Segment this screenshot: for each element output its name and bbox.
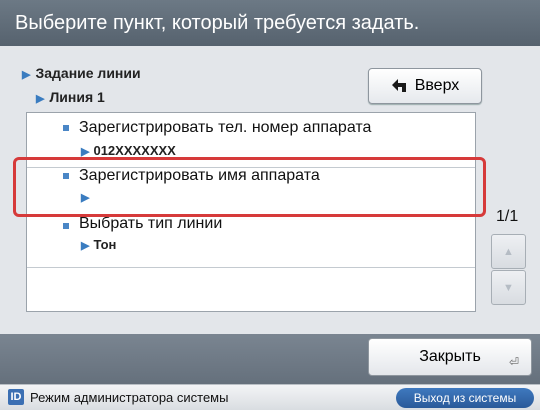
triangle-down-icon: ▼ xyxy=(503,281,514,294)
page-header: Выберите пункт, который требуется задать… xyxy=(0,0,540,46)
close-button[interactable]: Закрыть ⏎ xyxy=(368,338,532,376)
list-item-title: Выбрать тип линии xyxy=(79,215,223,232)
list-item-value: ▶ Тон xyxy=(81,237,116,252)
selected-item-highlight xyxy=(13,157,486,217)
bullet-icon xyxy=(63,125,69,131)
return-icon: ⏎ xyxy=(508,355,519,369)
main-panel: ▶ Задание линии ▶ Линия 1 Вверх Зарегистри… xyxy=(0,46,540,334)
list-item[interactable]: Выбрать тип линии ▶ Тон xyxy=(27,213,475,268)
value-arrow-icon: ▶ xyxy=(81,240,90,252)
breadcrumb-level1-label: Задание линии xyxy=(35,65,141,81)
list-item-value-text: 012XXXXXXX xyxy=(93,143,176,158)
up-button[interactable]: Вверх xyxy=(368,68,482,104)
id-icon: ID xyxy=(8,389,24,405)
breadcrumb-arrow-icon: ▶ xyxy=(22,69,31,81)
page-indicator: 1/1 xyxy=(496,208,519,225)
list-item-value-text: Тон xyxy=(93,237,117,252)
breadcrumb-level1: ▶ Задание линии xyxy=(22,65,141,81)
triangle-up-icon: ▲ xyxy=(503,245,514,258)
close-button-label: Закрыть xyxy=(419,348,481,365)
up-arrow-icon xyxy=(391,79,406,92)
footer-bar: Закрыть ⏎ xyxy=(0,334,540,384)
bullet-icon xyxy=(63,223,69,229)
list-item-value: ▶ 012XXXXXXX xyxy=(81,143,176,158)
breadcrumb-arrow-icon: ▶ xyxy=(36,93,45,105)
list-item-empty xyxy=(27,261,475,311)
admin-mode-text: Режим администратора системы xyxy=(30,390,229,405)
list-item-title: Зарегистрировать тел. номер аппарата xyxy=(79,119,372,136)
logout-button[interactable]: Выход из системы xyxy=(396,388,534,408)
page-title: Выберите пункт, который требуется задать… xyxy=(15,12,420,34)
breadcrumb-level2: ▶ Линия 1 xyxy=(36,89,105,105)
scroll-up-button[interactable]: ▲ xyxy=(491,234,526,269)
scroll-down-button[interactable]: ▼ xyxy=(491,270,526,305)
status-bar: ID Режим администратора системы Выход из… xyxy=(0,384,540,410)
up-button-label: Вверх xyxy=(414,77,460,94)
breadcrumb-level2-label: Линия 1 xyxy=(49,89,105,105)
